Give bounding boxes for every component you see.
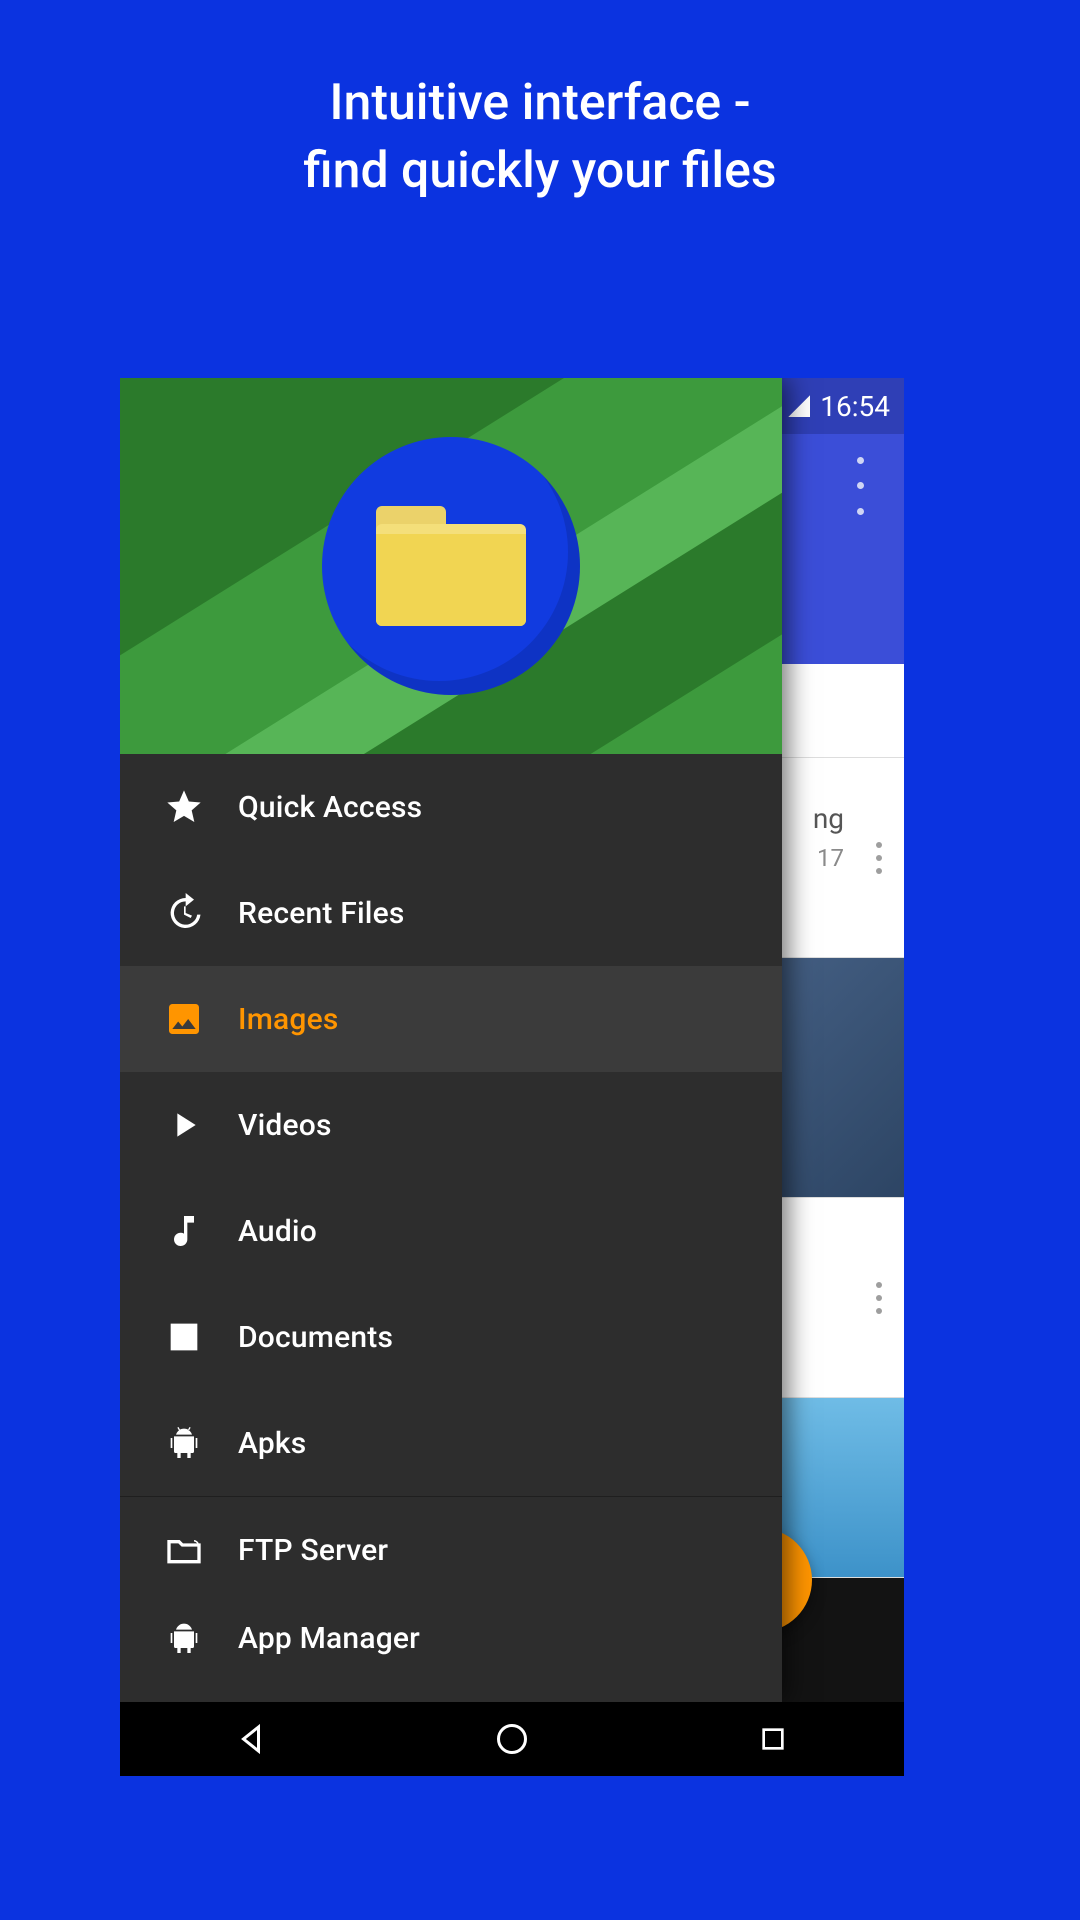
drawer-item-label: Documents xyxy=(238,1320,393,1355)
android-icon xyxy=(148,1423,220,1463)
list-item-overflow[interactable] xyxy=(876,1282,882,1314)
music-note-icon xyxy=(148,1211,220,1251)
status-time: 16:54 xyxy=(820,390,890,423)
list-item-overflow[interactable] xyxy=(876,842,882,874)
drawer-item-label: Quick Access xyxy=(238,790,422,825)
app-logo xyxy=(322,437,580,695)
drawer-item-audio[interactable]: Audio xyxy=(120,1178,782,1284)
image-icon xyxy=(148,999,220,1039)
list-item-label-fragment: ng xyxy=(813,802,844,835)
drawer-item-quick-access[interactable]: Quick Access xyxy=(120,754,782,860)
folder-icon xyxy=(376,506,526,626)
play-icon xyxy=(148,1105,220,1145)
overflow-menu-button[interactable] xyxy=(838,448,882,524)
folder-share-icon xyxy=(148,1530,220,1570)
drawer-item-label: Recent Files xyxy=(238,896,405,931)
drawer-item-ftp-server[interactable]: FTP Server xyxy=(120,1497,782,1603)
drawer-item-label: Apks xyxy=(238,1426,306,1461)
nav-home-button[interactable] xyxy=(487,1714,537,1764)
signal-icon xyxy=(788,395,810,417)
headline-line-1: Intuitive interface - xyxy=(329,74,750,132)
device-frame: 16:54 ng 17 xyxy=(120,378,904,1776)
nav-back-button[interactable] xyxy=(226,1714,276,1764)
document-icon xyxy=(148,1317,220,1357)
drawer-item-images[interactable]: Images xyxy=(120,966,782,1072)
drawer-item-apks[interactable]: Apks xyxy=(120,1390,782,1496)
drawer-item-label: App Manager xyxy=(238,1621,420,1656)
android-icon xyxy=(148,1618,220,1658)
drawer-item-label: Audio xyxy=(238,1214,317,1249)
drawer-item-videos[interactable]: Videos xyxy=(120,1072,782,1178)
drawer-item-list: Quick Access Recent Files Images Videos xyxy=(120,754,782,1702)
headline-line-2: find quickly your files xyxy=(303,142,776,200)
star-icon xyxy=(148,787,220,827)
promo-headline: Intuitive interface - find quickly your … xyxy=(0,70,1080,205)
navigation-drawer: Quick Access Recent Files Images Videos xyxy=(120,378,782,1702)
list-item-date-fragment: 17 xyxy=(817,844,844,872)
drawer-item-app-manager[interactable]: App Manager xyxy=(120,1603,782,1673)
drawer-item-label: Videos xyxy=(238,1108,332,1143)
history-icon xyxy=(148,893,220,933)
drawer-item-recent-files[interactable]: Recent Files xyxy=(120,860,782,966)
drawer-item-documents[interactable]: Documents xyxy=(120,1284,782,1390)
nav-recents-button[interactable] xyxy=(748,1714,798,1764)
drawer-item-label: FTP Server xyxy=(238,1533,388,1568)
drawer-header xyxy=(120,378,782,754)
drawer-item-label: Images xyxy=(238,1002,339,1037)
android-nav-bar xyxy=(120,1702,904,1776)
